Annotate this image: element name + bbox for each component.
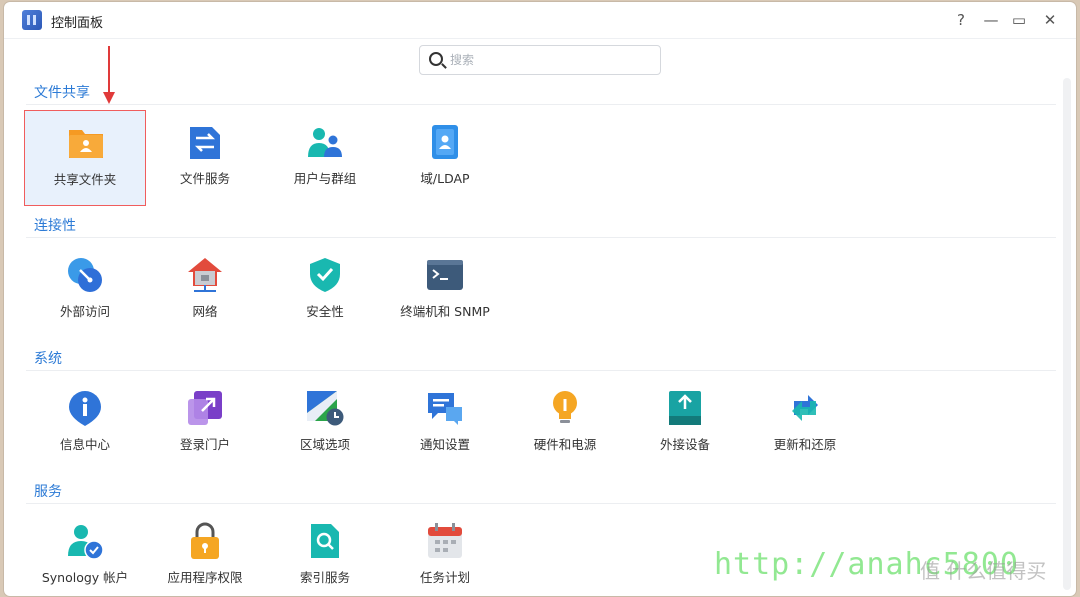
item-security[interactable]: 安全性 (264, 243, 386, 339)
item-task-scheduler[interactable]: 任务计划 (384, 509, 506, 596)
item-label: 登录门户 (179, 437, 230, 452)
item-label: 硬件和电源 (533, 437, 597, 452)
control-panel-app-icon (22, 10, 42, 30)
help-button[interactable]: ? (951, 10, 971, 30)
control-panel-window: 控制面板 ? — ▭ ✕ 文件共享 共享文件夹 文件服务 (4, 2, 1076, 596)
section-divider (26, 237, 1056, 238)
item-terminal-snmp[interactable]: 终端机和 SNMP (384, 243, 506, 339)
user-group-icon (308, 128, 342, 157)
item-regional-options[interactable]: 区域选项 (264, 376, 386, 472)
hardware-power-icon (553, 391, 577, 423)
security-icon (310, 258, 340, 292)
item-app-privileges[interactable]: 应用程序权限 (144, 509, 266, 596)
item-label: 外部访问 (59, 304, 110, 319)
item-label: 域/LDAP (420, 171, 470, 186)
item-shared-folder[interactable]: 共享文件夹 (24, 110, 146, 206)
synology-account-icon (68, 525, 104, 560)
external-access-icon (68, 258, 102, 292)
item-update-restore[interactable]: 更新和还原 (744, 376, 866, 472)
app-privileges-icon (191, 522, 219, 559)
item-label: 终端机和 SNMP (400, 304, 490, 319)
update-restore-icon (792, 395, 818, 421)
info-center-icon (69, 391, 101, 426)
item-label: 共享文件夹 (53, 172, 117, 187)
domain-ldap-icon (432, 125, 458, 159)
item-label: 更新和还原 (773, 437, 837, 452)
item-login-portal[interactable]: 登录门户 (144, 376, 266, 472)
title-bar: 控制面板 ? — ▭ ✕ (4, 2, 1076, 39)
network-icon (188, 258, 222, 292)
item-label: 区域选项 (299, 437, 350, 452)
item-label: 外接设备 (659, 437, 710, 452)
watermark-brand: 值 什么值得买 (920, 559, 1047, 583)
annotation-arrow-line (108, 46, 110, 96)
item-notification[interactable]: 通知设置 (384, 376, 506, 472)
file-services-icon (190, 127, 220, 159)
item-user-group[interactable]: 用户与群组 (264, 110, 386, 206)
item-label: 安全性 (306, 304, 344, 319)
section-title-system: 系统 (34, 351, 62, 367)
window-title: 控制面板 (51, 16, 104, 31)
item-label: 网络 (192, 304, 218, 319)
search-input[interactable] (448, 49, 652, 71)
login-portal-icon (188, 391, 222, 425)
section-divider (26, 503, 1056, 504)
item-label: Synology 帐户 (41, 570, 129, 585)
item-external-devices[interactable]: 外接设备 (624, 376, 746, 472)
item-domain-ldap[interactable]: 域/LDAP (384, 110, 506, 206)
task-scheduler-icon (428, 523, 462, 558)
scrollbar[interactable] (1063, 78, 1071, 590)
annotation-arrow-head (103, 92, 115, 104)
search-icon (429, 52, 443, 66)
item-label: 通知设置 (419, 437, 470, 452)
item-label: 信息中心 (59, 437, 110, 452)
terminal-snmp-icon (427, 260, 463, 290)
maximize-button[interactable]: ▭ (1009, 10, 1029, 30)
regional-options-icon (307, 391, 344, 426)
item-network[interactable]: 网络 (144, 243, 266, 339)
shared-folder-icon (69, 130, 103, 158)
section-title-connectivity: 连接性 (34, 218, 76, 234)
item-synology-account[interactable]: Synology 帐户 (24, 509, 146, 596)
close-button[interactable]: ✕ (1040, 10, 1060, 30)
indexing-service-icon (311, 524, 339, 558)
external-devices-icon (669, 391, 701, 425)
section-divider (26, 104, 1056, 105)
section-divider (26, 370, 1056, 371)
item-hardware-power[interactable]: 硬件和电源 (504, 376, 626, 472)
item-label: 索引服务 (299, 570, 350, 585)
section-title-services: 服务 (34, 484, 62, 500)
item-indexing-service[interactable]: 索引服务 (264, 509, 386, 596)
section-title-file-sharing: 文件共享 (34, 85, 90, 101)
item-label: 用户与群组 (293, 171, 357, 186)
item-label: 文件服务 (179, 171, 230, 186)
item-external-access[interactable]: 外部访问 (24, 243, 146, 339)
notification-icon (428, 393, 462, 425)
item-file-services[interactable]: 文件服务 (144, 110, 266, 206)
minimize-button[interactable]: — (981, 10, 1001, 30)
item-label: 应用程序权限 (167, 570, 243, 585)
item-info-center[interactable]: 信息中心 (24, 376, 146, 472)
item-label: 任务计划 (419, 570, 470, 585)
search-box[interactable] (419, 45, 661, 75)
